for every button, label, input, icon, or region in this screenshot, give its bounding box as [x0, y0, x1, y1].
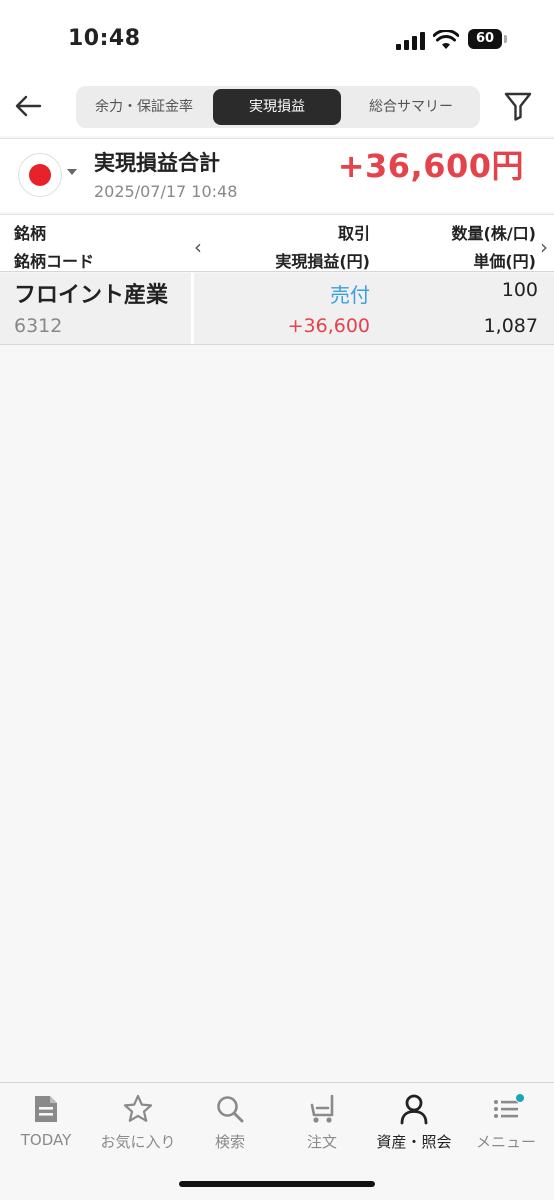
pnl-summary: 実現損益合計 2025/07/17 10:48 +36,600円: [0, 138, 554, 212]
filter-button[interactable]: [500, 88, 536, 124]
battery-cap: [504, 35, 507, 43]
nav-bar: 余力・保証金率 実現損益 総合サマリー: [0, 80, 554, 136]
tab-menu[interactable]: メニュー: [460, 1083, 552, 1163]
tab-assets-label: 資産・照会: [376, 1133, 452, 1151]
tab-search-label: 検索: [214, 1133, 245, 1151]
japan-flag-icon: [29, 164, 51, 186]
summary-title: 実現損益合計: [94, 151, 220, 175]
person-icon: [400, 1094, 428, 1125]
back-button[interactable]: [10, 88, 46, 124]
segmented-control: 余力・保証金率 実現損益 総合サマリー: [76, 86, 480, 128]
market-selector[interactable]: [18, 153, 62, 197]
tab-order[interactable]: 注文: [276, 1083, 368, 1163]
unit-price: 1,087: [483, 315, 538, 337]
header-pnl: 実現損益(円): [275, 252, 370, 271]
table-header: 銘柄 銘柄コード 取引 実現損益(円) 数量(株/口) 単価(円) ‹ ›: [0, 214, 554, 272]
chevron-left-icon[interactable]: ‹: [194, 235, 202, 259]
screen: 10:48 60 余力・保証金率 実現損益 総合サマリー 実現損益合計 2025…: [0, 0, 554, 1200]
status-bar: 10:48 60: [0, 0, 554, 80]
header-name: 銘柄: [14, 224, 47, 243]
caret-down-icon[interactable]: [67, 169, 77, 175]
header-price: 単価(円): [473, 252, 536, 271]
tab-overall-summary[interactable]: 総合サマリー: [344, 89, 478, 125]
search-icon: [217, 1096, 244, 1123]
summary-datetime: 2025/07/17 10:48: [94, 182, 238, 201]
header-code: 銘柄コード: [14, 252, 95, 271]
column-divider: [191, 273, 194, 344]
row-stock-cell: フロイント産業 6312: [0, 273, 190, 344]
battery-icon: 60: [468, 29, 502, 49]
quantity: 100: [501, 279, 538, 301]
filter-icon: [504, 92, 532, 121]
realized-pnl: +36,600: [287, 315, 370, 337]
stock-code: 6312: [14, 315, 63, 337]
table-row[interactable]: フロイント産業 6312 売付 +36,600 100 1,087: [0, 273, 554, 345]
star-icon: [123, 1094, 153, 1122]
stock-name: フロイント産業: [14, 283, 169, 308]
document-icon: [35, 1096, 57, 1122]
tab-today[interactable]: TODAY: [0, 1083, 92, 1163]
notification-badge: [515, 1093, 525, 1103]
tab-assets[interactable]: 資産・照会: [368, 1083, 460, 1163]
trade-side: 売付: [330, 283, 370, 307]
cellular-signal-icon: [396, 32, 426, 50]
wifi-icon: [433, 30, 459, 49]
status-time: 10:48: [68, 26, 141, 51]
header-qty: 数量(株/口): [451, 224, 536, 243]
header-trade: 取引: [337, 224, 370, 243]
arrow-left-icon: [15, 95, 42, 117]
battery-level: 60: [475, 31, 495, 46]
tab-favorites[interactable]: お気に入り: [92, 1083, 184, 1163]
tab-search[interactable]: 検索: [184, 1083, 276, 1163]
cart-icon: [310, 1094, 334, 1123]
chevron-right-icon[interactable]: ›: [540, 235, 548, 259]
tab-today-label: TODAY: [20, 1131, 72, 1149]
tab-order-label: 注文: [306, 1133, 337, 1151]
tab-menu-label: メニュー: [475, 1133, 536, 1151]
tab-realized-pnl[interactable]: 実現損益: [213, 89, 341, 125]
tab-margin-balance[interactable]: 余力・保証金率: [78, 89, 210, 125]
home-indicator: [179, 1181, 375, 1187]
summary-total: +36,600円: [337, 147, 524, 185]
tab-favorites-label: お気に入り: [100, 1133, 176, 1151]
